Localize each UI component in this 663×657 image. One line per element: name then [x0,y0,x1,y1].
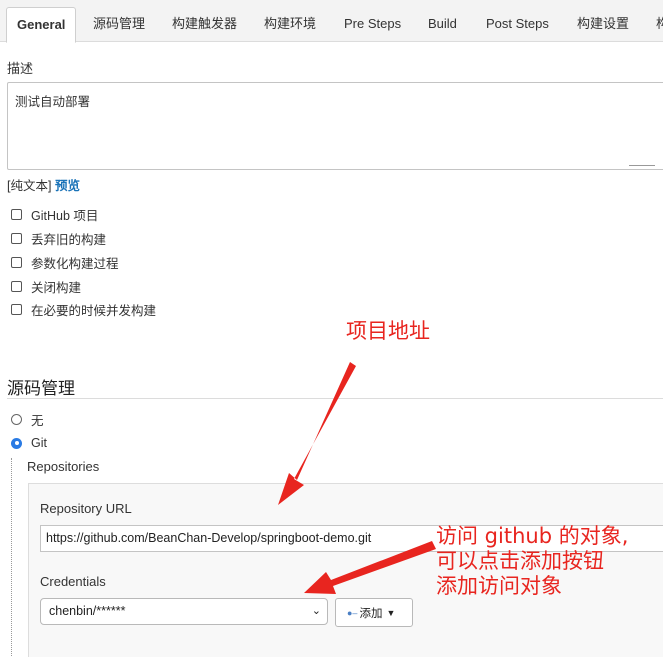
credentials-select[interactable]: chenbin/****** ⌄ [40,598,328,625]
tab-build[interactable]: Build [428,7,457,42]
scm-option-label: 无 [31,413,44,428]
checkbox[interactable] [11,256,22,268]
format-plain-text: [纯文本] [7,179,52,193]
option-disable-build[interactable]: 关闭构建 [11,278,82,295]
option-label: 关闭构建 [31,280,82,295]
tab-general[interactable]: General [6,7,77,43]
annotation-access-line2: 可以点击添加按钮 [436,549,604,573]
key-icon: ●‒ [347,607,358,618]
chevron-down-icon: ⌄ [311,605,321,617]
textarea-resize-handle[interactable] [629,165,655,166]
option-concurrent-builds[interactable]: 在必要的时候并发构建 [11,301,157,318]
option-label: GitHub 项目 [31,208,99,223]
scm-option-label: Git [31,436,47,450]
section-divider [7,398,663,399]
add-button-label: 添加 [359,607,383,620]
caret-down-icon: ▼ [386,607,396,618]
credentials-label: Credentials [40,574,106,589]
option-parameterized-build[interactable]: 参数化构建过程 [11,254,119,271]
option-label: 在必要的时候并发构建 [31,303,157,318]
scm-option-git[interactable]: Git [11,435,47,451]
radio-button[interactable] [11,413,22,425]
credentials-value: chenbin/****** [49,604,126,618]
tab-build-triggers[interactable]: 构建触发器 [172,7,237,42]
tab-scm[interactable]: 源码管理 [93,7,145,42]
tab-build-settings[interactable]: 构建设置 [577,7,629,42]
repositories-label: Repositories [27,459,100,474]
config-tabs: General 源码管理 构建触发器 构建环境 Pre Steps Build … [0,0,663,43]
option-label: 参数化构建过程 [31,256,119,271]
checkbox[interactable] [11,208,22,220]
tab-build-environment[interactable]: 构建环境 [264,7,316,42]
tab-overflow[interactable]: 构 [656,7,663,42]
checkbox[interactable] [11,303,22,315]
option-discard-old-builds[interactable]: 丢弃旧的构建 [11,230,107,247]
tab-pre-steps[interactable]: Pre Steps [344,7,401,42]
radio-button-selected[interactable] [11,437,22,449]
add-credentials-button[interactable]: ●‒ 添加 ▼ [335,598,413,627]
format-toggle: [纯文本] 预览 [7,175,80,194]
scm-section-title: 源码管理 [7,379,75,398]
scm-option-none[interactable]: 无 [11,411,44,428]
checkbox[interactable] [11,232,22,244]
option-github-project[interactable]: GitHub 项目 [11,206,99,223]
preview-link[interactable]: 预览 [55,179,80,193]
annotation-project-address: 项目地址 [346,319,430,343]
tab-post-steps[interactable]: Post Steps [486,7,549,42]
git-nested-guide [11,458,12,657]
annotation-access-line1: 访问 github 的对象, [436,524,629,548]
checkbox[interactable] [11,280,22,292]
annotation-access-line3: 添加访问对象 [436,574,562,598]
repository-url-label: Repository URL [40,501,132,516]
description-label: 描述 [7,61,34,76]
description-textarea[interactable]: 测试自动部署 [7,82,663,170]
option-label: 丢弃旧的构建 [31,232,107,247]
